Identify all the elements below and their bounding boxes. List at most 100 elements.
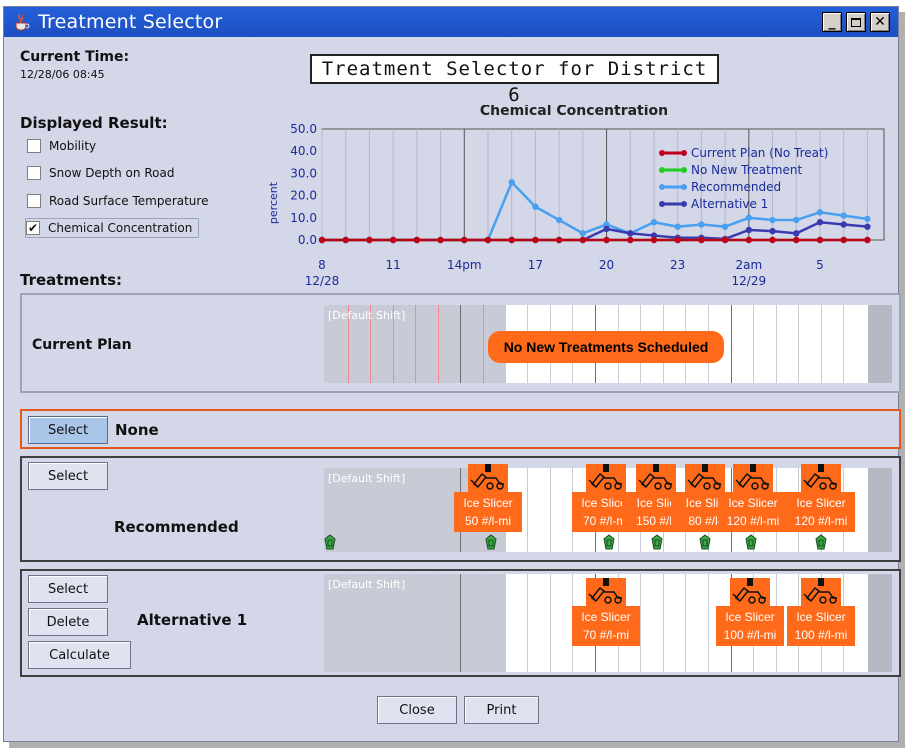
data-point [603,225,610,233]
timeline-gridline [730,305,732,383]
title-bar: Treatment Selector _ ✕ [4,7,898,37]
sensor-marker-icon [699,534,711,550]
alternative-timeline: [Default Shift] Ice Slicer 70 #/l-mi Ice Sl… [324,574,892,672]
data-point [461,236,468,244]
treatment-marker-line [483,305,485,383]
treatment-block[interactable]: Ice Slicer 50 #/l-mi [454,464,522,532]
treatment-block[interactable]: Ice Slicer 100 #/l-mi [716,578,784,646]
checkbox-box [27,194,41,208]
mobility-checkbox[interactable]: Mobility [27,136,102,156]
data-point [603,236,610,244]
legend-entry: Alternative 1 [691,197,768,211]
legend-marker [659,167,665,173]
data-point [840,212,847,219]
legend-marker [659,201,665,207]
data-point [366,236,373,244]
no-treatments-message: No New Treatments Scheduled [488,331,724,363]
treatment-block[interactable]: Ice Slicer 120 #/l-mi [787,464,855,532]
x-tick-label: 5 [816,258,824,272]
timeline-gridline [459,574,461,672]
y-tick-label: 40.0 [290,144,317,158]
data-point [864,223,871,230]
data-point [627,236,634,244]
default-shift-label: [Default Shift] [328,309,406,322]
checkmark-icon: ✔ [26,221,40,235]
data-point [508,236,515,244]
treatment-block[interactable]: Ice Slicer 70 #/l-mi [572,578,640,646]
data-point [413,236,421,244]
timeline-gridline [753,305,755,383]
y-tick-label: 50.0 [290,122,317,136]
select-recommended-button[interactable]: Select [28,462,108,490]
data-point [864,236,871,244]
chemical-concentration-chart: Chemical Concentration percent 50.040.03… [267,105,885,288]
y-tick-label: 20.0 [290,189,317,203]
x-tick-label: 2am [735,258,762,272]
data-point [840,221,847,228]
window-title: Treatment Selector [38,11,223,33]
legend-marker [681,167,687,173]
timeline-gridline [843,305,845,383]
select-none-button[interactable]: Select [28,416,108,444]
alternative-panel: Select Delete Calculate Alternative 1 [D… [20,569,901,677]
data-point [484,236,492,244]
treatment-block[interactable]: Ice Slicer 120 #/l-mi [719,464,787,532]
minimize-button[interactable]: _ [822,12,842,32]
x-tick-label: 20 [599,258,614,272]
maximize-button[interactable] [846,12,866,32]
data-point [793,236,800,244]
calculate-alternative-button[interactable]: Calculate [28,641,131,669]
sensor-marker-icon [603,534,615,550]
timeline-gridline [414,468,416,552]
treatment-label: Ice Slicer 120 #/l-mi [787,492,855,532]
checkbox-box [27,139,41,153]
treatment-rate: 70 #/l-mi [582,628,629,642]
data-point [793,216,800,224]
timeline-gridline [482,574,484,672]
treatment-rate: 100 #/l-mi [794,628,848,642]
x-tick-label: 11 [385,258,400,272]
y-tick-label: 10.0 [290,211,317,225]
legend-entry: Current Plan (No Treat) [691,146,828,160]
chart-title: Chemical Concentration [480,105,668,119]
close-button[interactable]: Close [377,696,457,724]
timeline-gridline [685,574,687,672]
timeline-gridline [775,305,777,383]
delete-alternative-button[interactable]: Delete [28,608,108,636]
treatments-label: Treatments: [20,271,123,289]
legend-entry: Recommended [691,180,781,194]
data-point [816,236,824,244]
snow-depth-checkbox[interactable]: Snow Depth on Road [27,163,180,183]
close-icon: ✕ [874,14,886,30]
road-surface-temp-checkbox[interactable]: Road Surface Temperature [27,191,214,211]
legend-marker [659,184,665,190]
data-point [840,236,847,244]
select-alternative-button[interactable]: Select [28,575,108,603]
x-tick-label: 14pm [447,258,482,272]
print-button[interactable]: Print [464,696,539,724]
treatment-label: Ice Slicer 100 #/l-mi [716,606,784,646]
data-point [318,236,326,244]
data-point [437,236,444,244]
current-plan-timeline: [Default Shift] No New Treatments Schedul… [324,305,892,383]
timeline-gridline [436,574,438,672]
data-point [793,230,800,237]
timeline-gridline [662,574,664,672]
close-window-button[interactable]: ✕ [870,12,890,32]
data-point [508,179,515,186]
treatment-label: Ice Slicer 120 #/l-mi [719,492,787,532]
y-axis-label: percent [267,181,280,224]
data-point [627,230,634,237]
legend-marker [681,150,687,156]
none-label: None [115,421,159,439]
timeline-gridline [527,468,529,552]
treatment-block[interactable]: Ice Slicer 100 #/l-mi [787,578,855,646]
none-row: Select None [20,409,901,449]
data-point [650,219,658,226]
data-point [532,236,539,244]
snowplow-icon [730,578,770,606]
timeline-gridline [549,468,551,552]
checkbox-label: Chemical Concentration [48,221,193,235]
data-point [579,236,587,244]
chemical-concentration-checkbox[interactable]: ✔ Chemical Concentration [25,218,200,238]
